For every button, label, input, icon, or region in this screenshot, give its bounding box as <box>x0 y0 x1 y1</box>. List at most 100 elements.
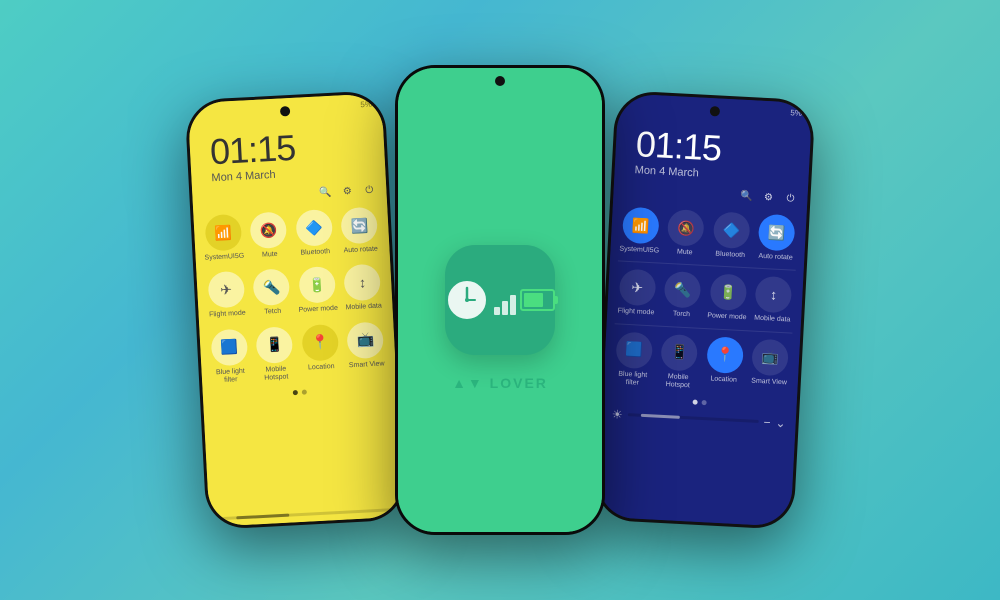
signal-bar-3 <box>510 295 516 315</box>
wifi-icon-right: 📶 <box>622 207 660 245</box>
flight-icon-left: ✈ <box>207 271 245 309</box>
qs-data-right[interactable]: ↕ Mobile data <box>751 276 795 325</box>
battery-icon <box>520 289 555 311</box>
qs-location-label-right: Location <box>710 375 737 385</box>
dot-2-left <box>302 389 307 394</box>
blue-light-icon-right: 🟦 <box>615 331 653 369</box>
qs-hotspot-label-left: Mobile Hotspot <box>255 365 297 384</box>
time-display-right: 01:15 Mon 4 March <box>614 110 811 187</box>
qs-data-label-right: Mobile data <box>754 315 791 325</box>
wifi-icon-left: 📶 <box>204 214 242 252</box>
qs-blue-light-left[interactable]: 🟦 Blue light filter <box>207 328 251 386</box>
hotspot-icon-right: 📱 <box>661 334 699 372</box>
center-app-area <box>398 68 602 532</box>
qs-mute-right[interactable]: 🔕 Mute <box>664 209 708 258</box>
qs-hotspot-right[interactable]: 📱 Mobile Hotspot <box>657 333 701 391</box>
location-icon-right: 📍 <box>706 336 744 374</box>
qs-hotspot-label-right: Mobile Hotspot <box>657 372 699 391</box>
phone-center-inner: ▲▼ LOVER <box>398 68 602 532</box>
time-display-left: 01:15 Mon 4 March <box>188 110 385 187</box>
app-icon-bg <box>445 245 555 355</box>
battery-fill <box>524 293 543 307</box>
brightness-icon-right[interactable]: ☀ <box>612 407 623 422</box>
qs-data-label-left: Mobile data <box>345 303 382 313</box>
qs-rotate-label-left: Auto rotate <box>343 246 378 256</box>
qs-bluetooth-label-left: Bluetooth <box>300 248 330 258</box>
qs-blue-light-label-right: Blue light filter <box>611 370 653 389</box>
qs-rotate-left[interactable]: 🔄 Auto rotate <box>338 206 382 255</box>
time-right: 01:15 <box>635 126 811 171</box>
qs-systemui5g-right[interactable]: 📶 SystemUI5G <box>618 206 662 255</box>
phone-left: 5% 01:15 Mon 4 March 🔍 ⚙ ⏻ 📶 SystemUI5G <box>184 90 406 530</box>
clock-icon <box>445 278 490 323</box>
dot-2-right <box>702 400 707 405</box>
hotspot-icon-left: 📱 <box>256 326 294 364</box>
search-icon-left[interactable]: 🔍 <box>318 185 333 200</box>
scroll-track-left[interactable] <box>219 508 393 520</box>
qs-systemui5g-label-left: SystemUI5G <box>204 253 244 263</box>
qs-power-label-left: Power mode <box>298 305 338 315</box>
qs-power-label-right: Power mode <box>707 313 747 323</box>
scroll-thumb-left <box>237 514 289 520</box>
qs-power-left[interactable]: 🔋 Power mode <box>295 266 339 315</box>
signal-bars-icon <box>494 285 516 315</box>
camera-notch-center <box>495 76 505 86</box>
battery-left: 5% <box>360 100 372 110</box>
qs-data-left[interactable]: ↕ Mobile data <box>341 264 385 313</box>
qs-flight-right[interactable]: ✈ Flight mode <box>615 269 659 318</box>
qs-blue-light-label-left: Blue light filter <box>210 367 252 386</box>
signal-bar-2 <box>502 301 508 315</box>
settings-icon-left[interactable]: ⚙ <box>340 184 355 199</box>
qs-rotate-label-right: Auto rotate <box>758 253 793 263</box>
data-icon-right: ↕ <box>755 276 793 314</box>
scroll-area-left <box>209 502 404 527</box>
qs-flight-label-right: Flight mode <box>617 308 654 318</box>
phone-left-inner: 5% 01:15 Mon 4 March 🔍 ⚙ ⏻ 📶 SystemUI5G <box>188 93 404 527</box>
data-icon-left: ↕ <box>344 264 382 302</box>
qs-flight-left[interactable]: ✈ Flight mode <box>204 271 248 320</box>
power-icon-qs-right: 🔋 <box>709 274 747 312</box>
quick-settings-row1-right: 📶 SystemUI5G 🔕 Mute 🔷 Bluetooth 🔄 Auto r… <box>610 201 807 268</box>
quick-settings-row2-right: ✈ Flight mode 🔦 Torch 🔋 Power mode ↕ Mob… <box>607 263 804 330</box>
qs-mute-label-right: Mute <box>677 248 693 257</box>
search-icon-right[interactable]: 🔍 <box>739 189 754 204</box>
qs-mute-label-left: Mute <box>262 251 278 260</box>
quick-settings-row3-right: 🟦 Blue light filter 📱 Mobile Hotspot 📍 L… <box>603 326 800 402</box>
qs-systemui5g-left[interactable]: 📶 SystemUI5G <box>201 214 245 263</box>
blue-light-icon-left: 🟦 <box>210 328 248 366</box>
bluetooth-icon-right: 🔷 <box>713 211 751 249</box>
power-icon-right[interactable]: ⏻ <box>783 191 798 206</box>
power-icon-left[interactable]: ⏻ <box>362 183 377 198</box>
qs-power-right[interactable]: 🔋 Power mode <box>706 274 750 323</box>
expand-icon-right[interactable]: ⌄ <box>775 415 786 430</box>
qs-bluetooth-right[interactable]: 🔷 Bluetooth <box>709 211 753 260</box>
qs-hotspot-left[interactable]: 📱 Mobile Hotspot <box>253 326 297 384</box>
qs-cast-left[interactable]: 📺 Smart View <box>344 321 388 379</box>
rotate-icon-left: 🔄 <box>341 207 379 245</box>
quick-settings-row3-left: 🟦 Blue light filter 📱 Mobile Hotspot 📍 L… <box>199 316 396 392</box>
mute-icon-right: 🔕 <box>667 209 705 247</box>
qs-rotate-right[interactable]: 🔄 Auto rotate <box>755 214 799 263</box>
qs-torch-right[interactable]: 🔦 Torch <box>660 271 704 320</box>
location-icon-left: 📍 <box>301 324 339 362</box>
qs-location-right[interactable]: 📍 Location <box>702 336 746 394</box>
qs-location-left[interactable]: 📍 Location <box>298 323 342 381</box>
settings-icon-right[interactable]: ⚙ <box>761 190 776 205</box>
qs-mute-left[interactable]: 🔕 Mute <box>247 211 291 260</box>
torch-icon-right: 🔦 <box>664 271 702 309</box>
torch-icon-left: 🔦 <box>253 269 291 307</box>
qs-bluetooth-left[interactable]: 🔷 Bluetooth <box>292 209 336 258</box>
scroll-track-right[interactable] <box>628 413 759 423</box>
qs-torch-label-left: Tetch <box>264 308 281 317</box>
signal-bar-1 <box>494 307 500 315</box>
qs-torch-left[interactable]: 🔦 Tetch <box>250 269 294 318</box>
power-icon-qs-left: 🔋 <box>298 266 336 304</box>
mute-icon-left: 🔕 <box>250 211 288 249</box>
phone-center: ▲▼ LOVER <box>395 65 605 535</box>
qs-systemui5g-label-right: SystemUI5G <box>619 245 659 255</box>
qs-cast-right[interactable]: 📺 Smart View <box>748 338 792 396</box>
qs-blue-light-right[interactable]: 🟦 Blue light filter <box>611 331 655 389</box>
qs-cast-label-right: Smart View <box>751 377 787 387</box>
qs-bluetooth-label-right: Bluetooth <box>715 250 745 260</box>
minus-icon-right[interactable]: − <box>763 415 771 429</box>
